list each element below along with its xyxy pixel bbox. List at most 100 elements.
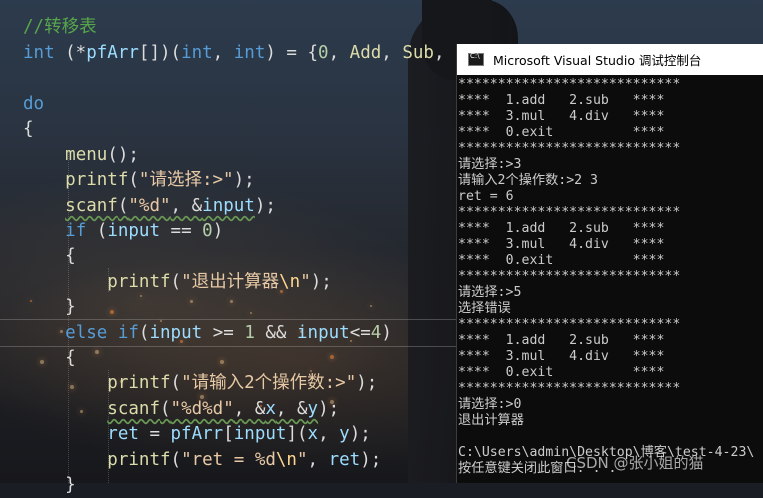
console-line: **************************** [458,317,681,332]
code-token: input [202,196,255,216]
console-line: **** 1.add 2.sub **** [458,93,665,108]
code-token: ( [170,373,182,393]
code-token: printf [107,373,171,393]
code-token: if [65,221,87,241]
console-output[interactable]: **************************** **** 1.add 2… [457,77,763,483]
console-line: 选择错误 [458,301,511,316]
console-line: **** 3.mul 4.div **** [458,349,665,364]
code-token: 4 [370,323,382,343]
code-line[interactable]: } [23,295,76,320]
code-line[interactable]: printf("ret = %d\n", ret); [23,448,381,473]
code-token: } [23,297,76,317]
code-line[interactable]: } [23,473,76,498]
code-token: x [307,424,319,444]
code-token: ret [107,424,139,444]
code-line[interactable]: scanf("%d%d", &x, &y); [23,397,339,422]
code-token: [])( [138,43,182,63]
code-token: { [23,119,34,139]
code-token: else if [65,323,139,343]
code-token: "请选择:>" [138,170,234,190]
code-line[interactable]: else if(input >= 1 && input<=4) [23,321,392,346]
code-token: , [433,43,445,63]
console-line: 请输入2个操作数:>2 3 [458,173,598,188]
code-token: ); [360,450,382,470]
code-token: , & [233,399,266,419]
code-token: printf [107,272,171,292]
code-token: , [212,43,234,63]
code-token: >= [202,323,245,343]
code-token: " [296,450,308,470]
code-token: do [23,94,45,114]
code-token: "ret = %d [181,450,276,470]
code-line[interactable]: { [23,346,76,371]
code-token: scanf [107,399,160,419]
code-token: input [233,424,287,444]
code-token: int [181,43,213,63]
code-token: ( [117,196,129,216]
code-line[interactable]: //转移表 [23,15,97,40]
console-line: **************************** [458,141,681,156]
code-token: " [300,272,311,292]
code-token: } [23,475,76,495]
code-token: "%d%d" [170,399,234,419]
code-token: ( [128,170,139,190]
console-line: **** 1.add 2.sub **** [458,333,665,348]
code-token: , [381,43,403,63]
console-line: **************************** [458,205,681,220]
console-line: **************************** [458,381,681,396]
code-line[interactable]: menu(); [23,143,139,168]
code-token: printf [107,450,171,470]
console-line: **** 0.exit **** [458,365,665,380]
console-line: 请选择:>5 [458,285,522,300]
code-line[interactable]: scanf("%d", &input); [23,194,276,219]
console-titlebar[interactable]: Microsoft Visual Studio 调试控制台 [457,44,763,75]
code-token: , [328,43,350,63]
code-token: ); [318,399,340,419]
code-token: pfArr [86,43,139,63]
code-token: scanf [65,196,118,216]
code-token: input [107,221,160,241]
code-token: Add [349,43,382,63]
code-line[interactable]: int (*pfArr[])(int, int) = {0, Add, Sub, [23,41,445,66]
code-line[interactable]: ret = pfArr[input](x, y); [23,422,371,447]
code-line[interactable]: do [23,92,44,117]
code-token: ( [159,399,171,419]
code-token: && [254,323,298,343]
code-token: ( [170,272,182,292]
code-token: (* [54,43,87,63]
code-token: y [339,424,350,444]
code-token: int [233,43,266,63]
code-token: ); [254,196,276,216]
console-title: Microsoft Visual Studio 调试控制台 [493,53,702,68]
code-token: "请输入2个操作数:>" [181,373,357,393]
code-token: 0 [202,221,213,241]
code-token: ( [86,221,108,241]
code-line[interactable]: { [23,117,34,142]
code-token: = [138,424,171,444]
code-token: ); [356,373,378,393]
code-line[interactable]: printf("请输入2个操作数:>"); [23,371,377,396]
code-token: ); [349,424,371,444]
code-token: int [23,43,55,63]
code-token: "退出计算器 [181,272,280,292]
code-token: ( [170,450,182,470]
code-line[interactable]: printf("请选择:>"); [23,168,255,193]
debug-console-window[interactable]: Microsoft Visual Studio 调试控制台 **********… [456,44,763,483]
code-line[interactable]: if (input == 0) [23,219,223,244]
code-line[interactable]: { [23,244,76,269]
console-line: **** 0.exit **** [458,125,665,140]
code-line[interactable]: printf("退出计算器\n"); [23,270,332,295]
code-token: x [265,399,276,419]
code-token: y [307,399,319,419]
console-line: **** 0.exit **** [458,253,665,268]
console-line: **** 3.mul 4.div **** [458,237,665,252]
console-line: ret = 6 [458,189,514,204]
code-token: \n [279,272,301,292]
code-token: , & [275,399,308,419]
